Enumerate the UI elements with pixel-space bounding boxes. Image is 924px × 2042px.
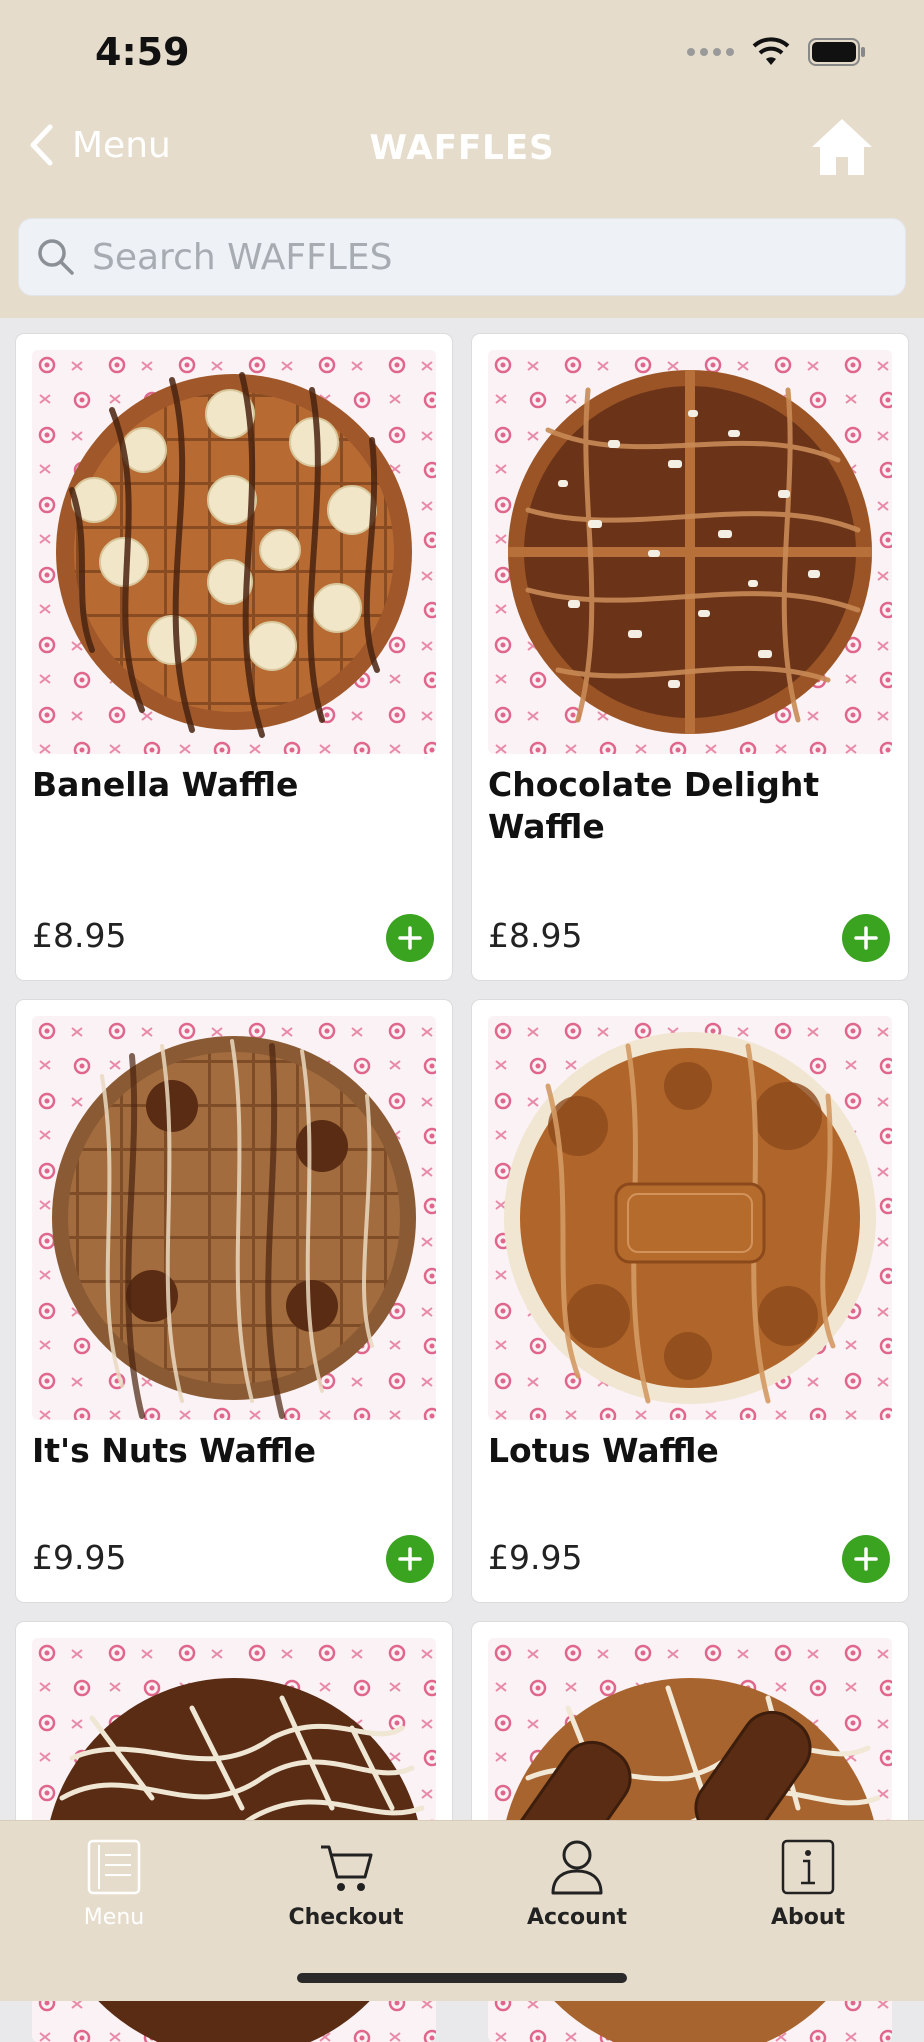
add-to-cart-button[interactable] <box>842 914 890 962</box>
plus-icon <box>854 1547 878 1571</box>
product-price: £9.95 <box>488 1538 583 1577</box>
product-price: £8.95 <box>32 916 127 955</box>
add-to-cart-button[interactable] <box>386 914 434 962</box>
product-price: £9.95 <box>32 1538 127 1577</box>
product-image <box>32 350 436 754</box>
product-name: Banella Waffle <box>32 765 299 804</box>
search-icon <box>38 239 74 275</box>
home-icon[interactable] <box>810 117 874 177</box>
signal-icon <box>687 48 734 56</box>
product-name: It's Nuts Waffle <box>32 1431 317 1470</box>
tab-label: Menu <box>83 1905 145 1930</box>
tab-checkout[interactable]: Checkout <box>246 1839 446 1930</box>
menu-book-icon <box>87 1839 141 1895</box>
home-indicator <box>297 1973 627 1983</box>
battery-icon <box>808 38 865 66</box>
tab-about[interactable]: About <box>708 1839 908 1930</box>
add-to-cart-button[interactable] <box>386 1535 434 1583</box>
status-time: 4:59 <box>95 30 190 74</box>
cart-icon <box>321 1845 373 1891</box>
tab-account[interactable]: Account <box>477 1839 677 1930</box>
search-input[interactable] <box>90 235 874 279</box>
product-card[interactable]: Lotus Waffle £9.95 <box>472 1000 908 1602</box>
tab-label: Account <box>526 1905 628 1930</box>
product-name: Chocolate Delight Waffle <box>488 765 820 846</box>
plus-icon <box>854 926 878 950</box>
product-price: £8.95 <box>488 916 583 955</box>
search-bar[interactable] <box>18 218 906 296</box>
product-card[interactable]: Banella Waffle £8.95 <box>16 334 452 980</box>
tab-label: Checkout <box>288 1905 404 1930</box>
header: 4:59 Menu WAFFLES <box>0 0 924 318</box>
product-image <box>32 1016 436 1420</box>
page-title: WAFFLES <box>369 128 555 168</box>
tab-menu[interactable]: Menu <box>14 1839 214 1930</box>
add-to-cart-button[interactable] <box>842 1535 890 1583</box>
person-icon <box>551 1840 603 1895</box>
plus-icon <box>398 926 422 950</box>
product-image <box>488 1016 892 1420</box>
plus-icon <box>398 1547 422 1571</box>
product-card[interactable]: It's Nuts Waffle £9.95 <box>16 1000 452 1602</box>
product-name: Lotus Waffle <box>488 1431 719 1470</box>
wifi-icon <box>752 37 790 65</box>
product-card[interactable]: Chocolate Delight Waffle £8.95 <box>472 334 908 980</box>
info-icon <box>781 1839 835 1895</box>
product-image <box>488 350 892 754</box>
status-icons <box>687 34 866 70</box>
tab-label: About <box>770 1905 846 1930</box>
